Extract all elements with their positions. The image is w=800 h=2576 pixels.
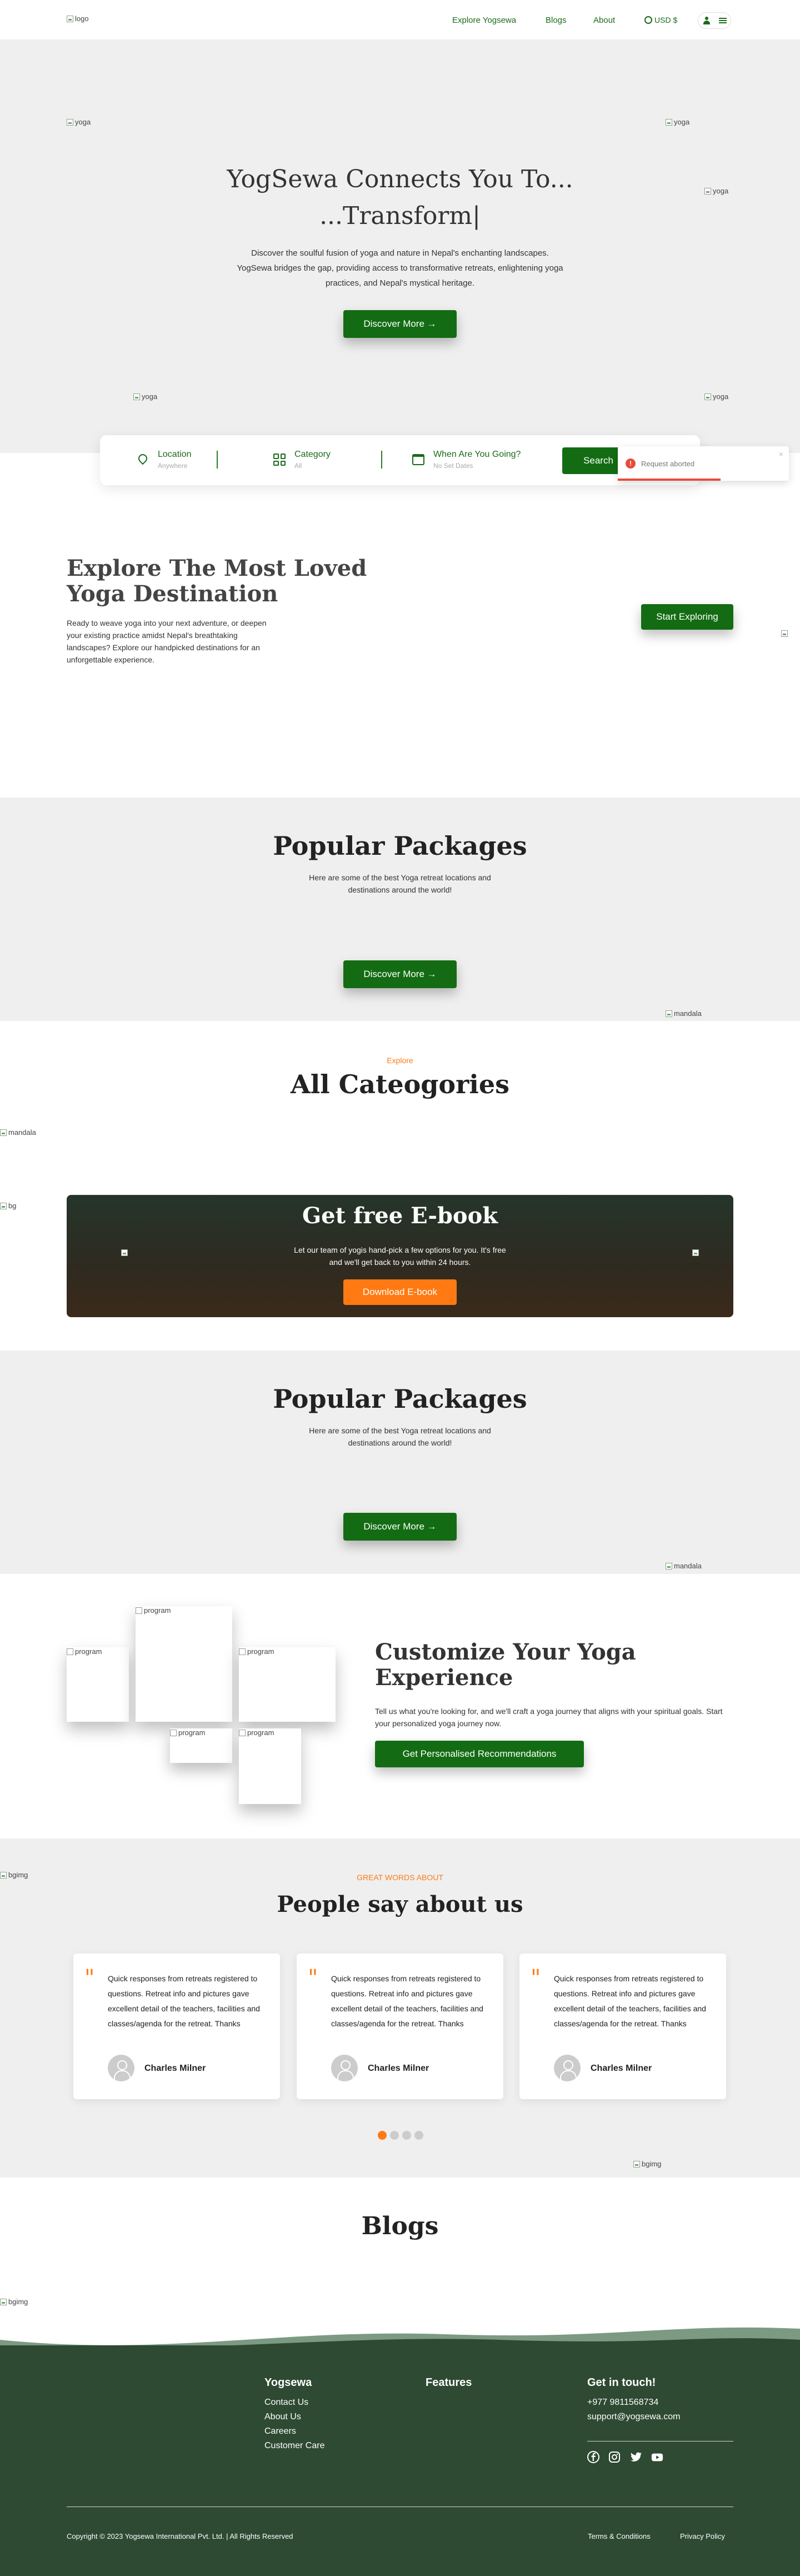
calendar-icon <box>411 452 426 467</box>
program-image: program <box>136 1606 232 1722</box>
site-logo[interactable]: logo <box>67 14 89 23</box>
ebook-banner: Get free E-book Let our team of yogis ha… <box>67 1195 733 1317</box>
footer-link-contact[interactable]: Contact Us <box>264 2398 308 2408</box>
site-header: logo Explore Yogsewa Blogs About USD $ <box>0 0 800 40</box>
discover-more-button[interactable]: Discover More → <box>343 960 457 988</box>
quote-icon: " <box>531 1965 541 1991</box>
ebook-bg-image: bg <box>0 1202 16 1210</box>
footer-col-contact: Get in touch! <box>587 2376 656 2389</box>
footer-phone[interactable]: +977 9811568734 <box>587 2398 658 2408</box>
divider <box>217 451 218 469</box>
hero-image: yoga <box>666 118 689 126</box>
menu-icon <box>718 18 727 23</box>
toast-message: Request aborted <box>641 460 695 468</box>
quote-icon: " <box>84 1965 95 1991</box>
toast-progress <box>618 479 721 481</box>
download-ebook-button[interactable]: Download E-book <box>343 1279 457 1305</box>
footer-link-customer-care[interactable]: Customer Care <box>264 2441 324 2451</box>
nav-blogs[interactable]: Blogs <box>546 16 567 25</box>
categories-title: All Cateogories <box>291 1069 509 1099</box>
facebook-icon[interactable] <box>587 2451 599 2463</box>
copyright-text: Copyright © 2023 Yogsewa International P… <box>67 2532 293 2540</box>
customize-title: Customize Your Yoga Experience <box>375 1639 636 1691</box>
start-exploring-button[interactable]: Start Exploring <box>641 604 733 630</box>
mandala-image: mandala <box>666 1562 702 1570</box>
explore-image <box>781 630 788 637</box>
footer-link-about[interactable]: About Us <box>264 2412 301 2422</box>
hero-image: yoga <box>67 118 91 126</box>
testimonial-card: " Quick responses from retreats register… <box>297 1954 503 2099</box>
user-menu-button[interactable] <box>698 12 731 29</box>
instagram-icon[interactable] <box>608 2451 621 2463</box>
footer-link-careers[interactable]: Careers <box>264 2426 296 2437</box>
error-toast: ! Request aborted × <box>618 446 789 481</box>
testimonial-card: " Quick responses from retreats register… <box>73 1954 280 2099</box>
packages-subtitle: Here are some of the best Yoga retreat l… <box>309 1426 491 1447</box>
hero-image: yoga <box>704 392 728 401</box>
program-image: program <box>170 1728 232 1763</box>
bg-image: bgimg <box>0 2298 28 2306</box>
testimonials-kicker: GREAT WORDS ABOUT <box>357 1873 443 1882</box>
hero-description: Discover the soulful fusion of yoga and … <box>237 248 563 288</box>
youtube-icon[interactable] <box>651 2451 663 2463</box>
discover-more-button[interactable]: Discover More → <box>343 310 457 338</box>
grid-icon <box>272 452 287 467</box>
ebook-title: Get free E-book <box>302 1203 498 1229</box>
location-field[interactable]: Location Anywhere <box>136 450 192 470</box>
globe-icon <box>644 16 652 24</box>
discover-more-button[interactable]: Discover More → <box>343 1513 457 1541</box>
packages-subtitle: Here are some of the best Yoga retreat l… <box>309 873 491 894</box>
customize-description: Tell us what you're looking for, and we'… <box>375 1707 723 1728</box>
ebook-description: Let our team of yogis hand-pick a few op… <box>294 1245 506 1267</box>
nav-explore-yogsewa[interactable]: Explore Yogsewa <box>452 16 516 25</box>
mandala-image: mandala <box>666 1009 702 1018</box>
search-bar: Location Anywhere Category All When Are Yo… <box>100 435 700 485</box>
categories-kicker: Explore <box>387 1056 413 1065</box>
ebook-image <box>692 1249 699 1256</box>
privacy-link[interactable]: Privacy Policy <box>680 2532 725 2540</box>
carousel-dot-active[interactable] <box>378 2131 387 2140</box>
carousel-dot[interactable] <box>402 2131 411 2140</box>
nav-about[interactable]: About <box>593 16 615 25</box>
alert-icon: ! <box>626 459 636 469</box>
quote-icon: " <box>308 1965 318 1991</box>
mandala-image: mandala <box>0 1128 36 1137</box>
divider <box>587 2441 733 2442</box>
packages-title: Popular Packages <box>273 1384 527 1414</box>
blogs-title: Blogs <box>361 2212 439 2240</box>
hero-title: YogSewa Connects You To... ...Transform| <box>227 165 573 230</box>
explore-title: Explore The Most Loved Yoga Destination <box>67 555 367 607</box>
close-icon[interactable]: × <box>779 450 783 459</box>
bg-image: bgimg <box>633 2160 661 2168</box>
footer-col-yogsewa: Yogsewa <box>264 2376 312 2389</box>
explore-description: Ready to weave yoga into your next adven… <box>67 619 267 664</box>
testimonial-card: " Quick responses from retreats register… <box>519 1954 726 2099</box>
user-icon <box>703 17 711 24</box>
avatar <box>331 2055 358 2081</box>
ebook-image <box>121 1249 128 1256</box>
category-field[interactable]: Category All <box>272 450 331 470</box>
program-image: program <box>67 1647 129 1722</box>
terms-link[interactable]: Terms & Conditions <box>588 2532 651 2540</box>
avatar <box>108 2055 134 2081</box>
currency-selector[interactable]: USD $ <box>644 16 677 24</box>
date-field[interactable]: When Are You Going? No Set Dates <box>411 450 521 470</box>
site-footer: Yogsewa Contact Us About Us Careers Cust… <box>0 2345 800 2576</box>
testimonials-title: People say about us <box>277 1891 523 1917</box>
carousel-dot[interactable] <box>390 2131 399 2140</box>
twitter-icon[interactable] <box>630 2451 642 2463</box>
footer-col-features: Features <box>426 2376 472 2389</box>
program-image: program <box>239 1728 301 1804</box>
carousel-dot[interactable] <box>414 2131 423 2140</box>
hero-image: yoga <box>133 392 157 401</box>
avatar <box>554 2055 581 2081</box>
get-recommendations-button[interactable]: Get Personalised Recommendations <box>375 1741 584 1767</box>
location-pin-icon <box>136 452 150 467</box>
packages-title: Popular Packages <box>273 831 527 861</box>
footer-email[interactable]: support@yogsewa.com <box>587 2412 680 2422</box>
divider <box>381 451 382 469</box>
program-image: program <box>239 1647 336 1722</box>
